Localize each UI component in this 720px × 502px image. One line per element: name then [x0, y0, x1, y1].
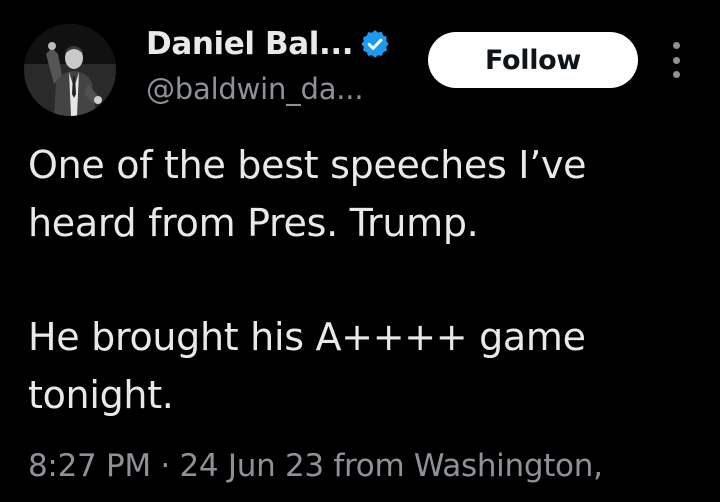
profile-photo-icon [24, 24, 116, 116]
tweet-time[interactable]: 8:27 PM [28, 448, 151, 484]
dot [672, 42, 680, 49]
avatar[interactable] [24, 24, 116, 116]
tweet-line: One of the best speeches I’ve [28, 143, 587, 187]
dot [672, 56, 680, 64]
follow-button[interactable]: Follow [428, 32, 638, 88]
author-handle[interactable]: @baldwin_da... [146, 72, 364, 106]
display-name[interactable]: Daniel Bal... [146, 26, 353, 62]
tweet-text-paragraph-2: He brought his A++++ game tonight. [28, 308, 586, 424]
tweet-source: from Washington, [333, 448, 603, 484]
vertical-ellipsis-icon[interactable] [662, 36, 690, 84]
tweet-text-paragraph-1: One of the best speeches I’ve heard from… [28, 136, 587, 252]
tweet-card: Daniel Bal... @baldwin_da... Follow One … [0, 0, 720, 502]
dot [672, 71, 680, 78]
tweet-line: He brought his A++++ game [28, 315, 586, 359]
meta-separator: · [160, 448, 170, 484]
author-name-row[interactable]: Daniel Bal... [146, 22, 391, 66]
tweet-date[interactable]: 24 Jun 23 [180, 448, 325, 484]
tweet-line: tonight. [28, 373, 174, 417]
tweet-metadata: 8:27 PM · 24 Jun 23 from Washington, [28, 448, 603, 484]
verified-badge-icon [359, 28, 391, 60]
tweet-line: heard from Pres. Trump. [28, 201, 479, 245]
